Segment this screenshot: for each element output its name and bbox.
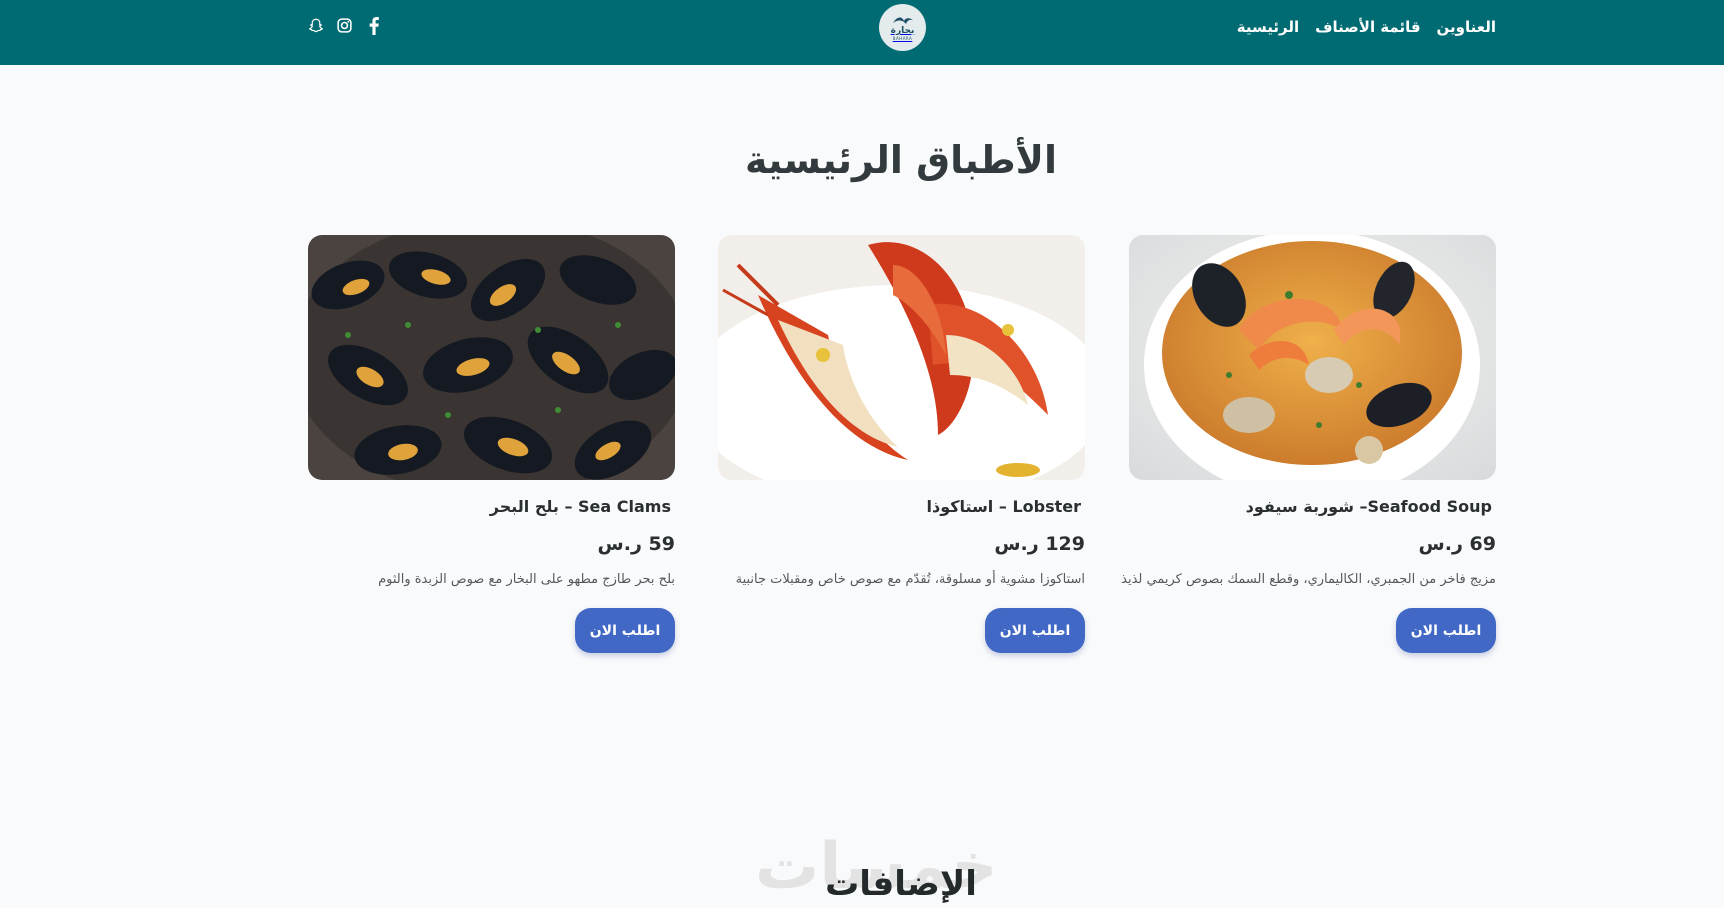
dish-price: 69 ر.س: [1418, 533, 1496, 555]
main-dishes-title: الأطباق الرئيسية: [744, 138, 1058, 182]
snapchat-icon[interactable]: [306, 16, 325, 35]
extras-title: الإضافات: [825, 864, 977, 904]
dish-description: بلح بحر طازج مطهو على البخار مع صوص الزب…: [378, 572, 675, 587]
wave-icon: [892, 17, 913, 24]
dish-name: Seafood Soup– شوربة سيفود: [1245, 497, 1492, 516]
dish-card-seafood-soup: Seafood Soup– شوربة سيفود 69 ر.س مزيج فا…: [1121, 235, 1496, 653]
nav-link-addresses[interactable]: العناوين: [1437, 18, 1496, 36]
dish-card-lobster: Lobster – استاكوذا 129 ر.س استاكوزا مشوي…: [718, 235, 1085, 653]
order-now-button[interactable]: اطلب الان: [575, 608, 675, 653]
dish-card-sea-clams: Sea Clams – بلح البحر 59 ر.س بلح بحر طاز…: [308, 235, 675, 653]
order-now-button[interactable]: اطلب الان: [1396, 608, 1496, 653]
order-now-button[interactable]: اطلب الان: [985, 608, 1085, 653]
nav-link-home[interactable]: الرئيسية: [1237, 18, 1299, 36]
dish-name: Sea Clams – بلح البحر: [489, 497, 671, 516]
social-links: [306, 16, 383, 35]
instagram-icon[interactable]: [335, 16, 354, 35]
facebook-icon[interactable]: [364, 16, 383, 35]
top-navbar: الرئيسية قائمة الأصناف العناوين بحارة BA…: [0, 0, 1724, 65]
site-logo[interactable]: بحارة BAHARA: [879, 4, 926, 51]
logo-text-arabic: بحارة: [890, 26, 915, 36]
dish-description: مزيج فاخر من الجمبري، الكاليماري، وقطع ا…: [1121, 572, 1496, 587]
dish-price: 129 ر.س: [994, 533, 1085, 555]
seafood-soup-photo: [1129, 235, 1496, 480]
nav-link-menu[interactable]: قائمة الأصناف: [1315, 18, 1420, 36]
main-nav: الرئيسية قائمة الأصناف العناوين: [1237, 0, 1496, 54]
dish-name: Lobster – استاكوذا: [926, 497, 1082, 516]
logo-text-english: BAHARA: [892, 36, 913, 41]
dish-description: استاكوزا مشوية أو مسلوقة، تُقدّم مع صوص …: [735, 572, 1085, 587]
mussels-photo: [308, 235, 675, 480]
dish-price: 59 ر.س: [597, 533, 675, 555]
lobster-photo: [718, 235, 1085, 480]
